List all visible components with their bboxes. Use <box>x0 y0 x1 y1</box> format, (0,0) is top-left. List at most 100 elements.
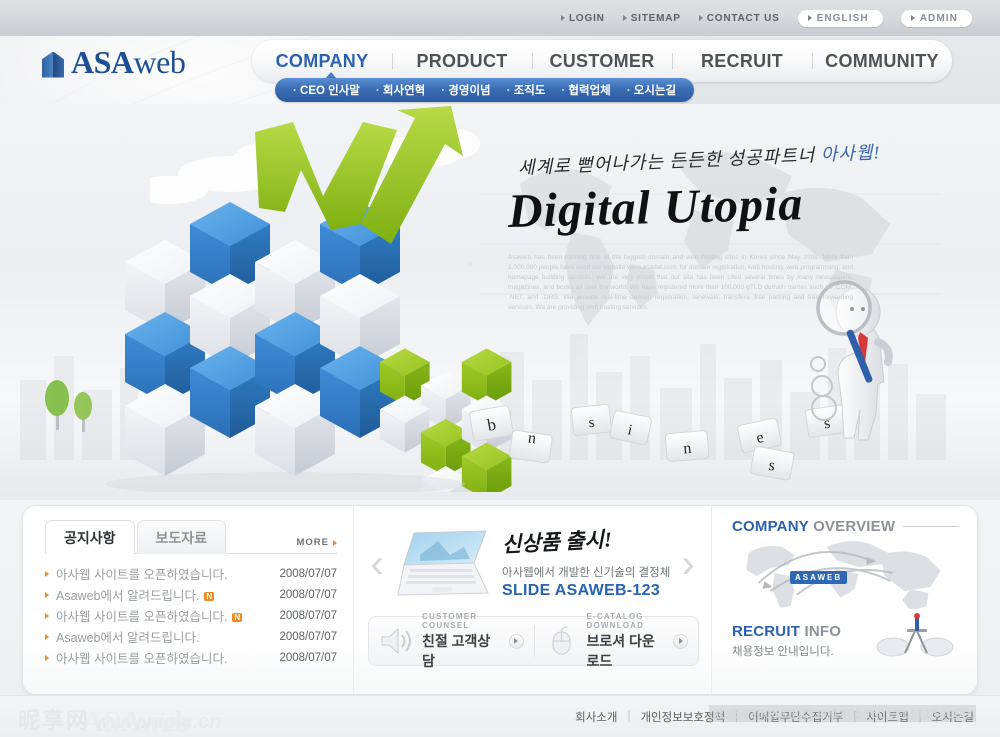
top-link-contact-us[interactable]: CONTACT US <box>698 12 780 24</box>
hero-tagline-accent: 아사웹! <box>820 142 881 165</box>
arrow-right-icon <box>333 539 337 546</box>
notice-title: 아사웹 사이트를 오픈하였습니다. <box>56 568 228 582</box>
arrow-right-icon <box>698 15 703 21</box>
notice-date: 2008/07/07 <box>279 609 337 622</box>
company-overview-link[interactable]: COMPANY OVERVIEW <box>732 518 959 535</box>
list-item[interactable]: Asaweb에서 알려드립니다. 2008/07/07 <box>45 626 337 647</box>
page-root: LOGIN SITEMAP CONTACT US ENGLISH ADMIN A… <box>0 0 1000 737</box>
admin-button-label: ADMIN <box>919 12 958 24</box>
company-overview-title: COMPANY OVERVIEW <box>732 518 895 535</box>
bullet-arrow-icon <box>45 612 49 619</box>
bullet-arrow-icon <box>45 633 49 640</box>
watermark-logo-text: ASAweb <box>82 705 192 737</box>
nav-item-product[interactable]: PRODUCT <box>392 51 532 72</box>
bullet-arrow-icon <box>45 654 49 661</box>
new-badge: N <box>232 613 243 622</box>
top-link-label: SITEMAP <box>630 12 681 24</box>
tree-decoration <box>45 380 92 432</box>
overview-title-bold: COMPANY <box>732 518 809 535</box>
recruit-info-block[interactable]: RECRUIT INFO 채용정보 안내입니다. <box>732 613 959 659</box>
recruit-title-light: INFO <box>804 623 842 640</box>
quick-link-go-button[interactable] <box>673 633 688 649</box>
content-panel: 공지사항 보도자료 MORE 아사웹 사이트를 오픈하였습니다. 2008/07… <box>22 505 978 695</box>
top-link-login[interactable]: LOGIN <box>561 13 605 24</box>
sub-navigation: CEO 인사말 회사연혁 경영이념 조직도 협력업체 오시는길 <box>275 78 695 102</box>
notice-title: 아사웹 사이트를 오픈하였습니다. N <box>56 606 279 625</box>
recruit-subtitle: 채용정보 안내입니다. <box>732 646 834 658</box>
watermark-nipic: 昵享网 www.nipic.cn ASAweb <box>18 703 222 737</box>
list-item[interactable]: Asaweb에서 알려드립니다. N 2008/07/07 <box>45 584 337 605</box>
page-footer: 회사소개 | 개인정보보호정책 | 이메일무단수집거부 | 사이트맵 | 오시는… <box>0 695 1000 737</box>
tab-press-release[interactable]: 보도자료 <box>136 520 227 554</box>
hero-body-text: Asaweb has been running one of the bigge… <box>508 254 853 312</box>
hero-text-block: 세계로 뻗어나가는 든든한 성공파트너 아사웹! Digital Utopia … <box>507 142 908 313</box>
nav-item-company[interactable]: COMPANY <box>252 51 392 72</box>
footer-link-about[interactable]: 회사소개 <box>575 709 617 725</box>
quick-links: CUSTOMER COUNSEL 친절 고객상담 E-CATALOG DOWNL… <box>368 612 699 669</box>
quick-link-text: CUSTOMER COUNSEL 친절 고객상담 <box>422 612 500 671</box>
promo-slider: ‹ 신상품 출시! 아사웹에서 개발한 신기술의 결정체 SLIDE ASAWE… <box>354 518 711 610</box>
quick-link-kr: 친절 고객상담 <box>422 632 491 669</box>
top-link-label: CONTACT US <box>706 12 780 24</box>
slider-next-button[interactable]: › <box>671 542 705 586</box>
submenu-item-directions[interactable]: 오시는길 <box>627 82 676 98</box>
submenu-item-philosophy[interactable]: 경영이념 <box>441 82 490 98</box>
arrow-right-icon <box>807 15 812 21</box>
notice-title: 아사웹 사이트를 오픈하였습니다. <box>56 652 228 666</box>
world-map-graphic: ASAWEB <box>732 537 959 611</box>
notice-title-text: 아사웹 사이트를 오픈하였습니다. <box>56 610 228 624</box>
logo-text-light: web <box>133 44 186 80</box>
nav-item-customer[interactable]: CUSTOMER <box>532 51 672 72</box>
arrow-right-icon <box>910 15 915 21</box>
language-button-english[interactable]: ENGLISH <box>797 9 883 27</box>
top-utility-bar: LOGIN SITEMAP CONTACT US ENGLISH ADMIN <box>0 0 1000 36</box>
top-link-sitemap[interactable]: SITEMAP <box>622 12 681 24</box>
notice-more-link[interactable]: MORE <box>297 537 337 548</box>
notice-title-text: Asaweb에서 알려드립니다. <box>56 589 200 603</box>
notice-list: 아사웹 사이트를 오픈하였습니다. 2008/07/07 Asaweb에서 알려… <box>45 563 337 668</box>
nav-item-community[interactable]: COMMUNITY <box>812 51 952 72</box>
arrow-right-icon <box>622 15 627 21</box>
quick-link-en: E-CATALOG DOWNLOAD <box>586 611 645 630</box>
site-logo-text: ASAweb <box>71 44 186 81</box>
svg-text:n: n <box>683 440 692 458</box>
list-item[interactable]: 아사웹 사이트를 오픈하였습니다. N 2008/07/07 <box>45 605 337 626</box>
arrow-right-icon <box>561 15 566 21</box>
submenu-item-ceo-greeting[interactable]: CEO 인사말 <box>293 82 360 98</box>
green-rising-arrow-icon <box>255 106 463 244</box>
new-badge: N <box>204 592 215 601</box>
promo-copy: 신상품 출시! 아사웹에서 개발한 신기술의 결정체 SLIDE ASAWEB-… <box>501 527 670 600</box>
quick-link-ecatalog-download[interactable]: E-CATALOG DOWNLOAD 브로셔 다운로드 <box>533 612 699 669</box>
arrow-right-icon <box>678 638 683 644</box>
notice-date: 2008/07/07 <box>279 651 337 664</box>
asaweb-badge: ASAWEB <box>790 571 848 584</box>
building-tower-icon <box>42 48 64 78</box>
language-button-label: ENGLISH <box>816 12 869 24</box>
submenu-item-organization[interactable]: 조직도 <box>507 82 546 98</box>
top-link-label: LOGIN <box>569 12 605 24</box>
notice-date: 2008/07/07 <box>279 567 337 580</box>
recruit-title-bold: RECRUIT <box>732 623 801 640</box>
main-navigation: COMPANY PRODUCT CUSTOMER RECRUIT COMMUNI… <box>252 40 952 82</box>
logo-text-bold: ASA <box>71 44 134 80</box>
list-item[interactable]: 아사웹 사이트를 오픈하였습니다. 2008/07/07 <box>45 647 337 668</box>
arrow-right-icon <box>514 638 518 644</box>
quick-link-kr: 브로셔 다운로드 <box>586 632 655 669</box>
admin-button[interactable]: ADMIN <box>900 9 972 27</box>
notice-title: Asaweb에서 알려드립니다. <box>56 631 200 645</box>
quick-link-go-button[interactable] <box>508 633 524 649</box>
submenu-item-history[interactable]: 회사연혁 <box>376 82 425 98</box>
bullet-arrow-icon <box>45 591 49 598</box>
tab-notice[interactable]: 공지사항 <box>45 520 135 554</box>
quick-link-customer-counsel[interactable]: CUSTOMER COUNSEL 친절 고객상담 <box>369 612 534 669</box>
recruit-figure-illustration <box>876 613 954 657</box>
speaker-megaphone-icon <box>381 627 411 655</box>
recruit-info-title: RECRUIT INFO <box>732 623 869 640</box>
nav-item-recruit[interactable]: RECRUIT <box>672 51 812 72</box>
quick-link-text: E-CATALOG DOWNLOAD 브로셔 다운로드 <box>587 612 665 671</box>
list-item[interactable]: 아사웹 사이트를 오픈하였습니다. 2008/07/07 <box>45 563 337 584</box>
promo-content: 신상품 출시! 아사웹에서 개발한 신기술의 결정체 SLIDE ASAWEB-… <box>394 527 671 600</box>
site-logo[interactable]: ASAweb <box>42 44 186 81</box>
slider-prev-button[interactable]: ‹ <box>360 542 394 586</box>
submenu-item-partners[interactable]: 협력업체 <box>561 82 610 98</box>
